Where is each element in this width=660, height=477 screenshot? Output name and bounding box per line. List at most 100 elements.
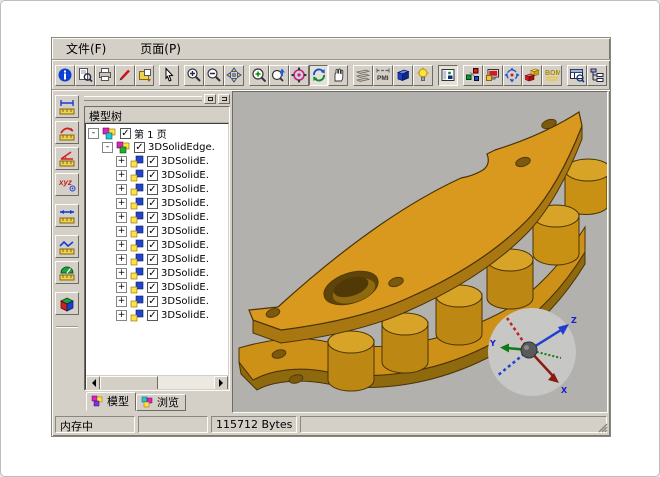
explode-button[interactable]	[463, 65, 483, 86]
expand-box[interactable]: +	[116, 198, 127, 209]
pan-zoom-button[interactable]	[224, 65, 244, 86]
pan-hand-button[interactable]	[328, 65, 348, 86]
resize-grip[interactable]	[596, 421, 608, 433]
scrollbar-track[interactable]	[158, 376, 214, 389]
expand-box[interactable]: +	[116, 254, 127, 265]
tree-label[interactable]: 3DSolidE.	[161, 156, 209, 167]
expand-box[interactable]: +	[116, 156, 127, 167]
zoom-in-button[interactable]	[184, 65, 204, 86]
about-button[interactable]	[55, 65, 75, 86]
model-tree-panel-toggle[interactable]	[438, 65, 458, 86]
visibility-checkbox[interactable]: ✓	[147, 226, 158, 237]
tree-row-solid[interactable]: + ✓ 3DSolidE.	[88, 210, 228, 224]
tree-structure-button[interactable]	[587, 65, 607, 86]
bom-button[interactable]: BOM	[542, 65, 562, 86]
panel-grip[interactable]	[84, 96, 202, 101]
visibility-checkbox[interactable]: ✓	[147, 170, 158, 181]
visibility-checkbox[interactable]: ✓	[147, 156, 158, 167]
panel-hide-button[interactable]	[218, 94, 230, 104]
visibility-checkbox[interactable]: ✓	[147, 310, 158, 321]
update-view-button[interactable]	[503, 65, 523, 86]
expand-box[interactable]: +	[116, 268, 127, 279]
visibility-checkbox[interactable]: ✓	[147, 282, 158, 293]
tree-label[interactable]: 第 1 页	[134, 126, 167, 141]
measure-polyline-button[interactable]	[55, 235, 79, 258]
measure-coordinate-button[interactable]: xyz	[55, 173, 79, 196]
tree-row-solid[interactable]: + ✓ 3DSolidE.	[88, 182, 228, 196]
tree-label[interactable]: 3DSolidE.	[161, 296, 209, 307]
select-button[interactable]	[159, 65, 179, 86]
tree-row-solid[interactable]: + ✓ 3DSolidE.	[88, 224, 228, 238]
shade-mode-button[interactable]	[353, 65, 373, 86]
rotate-view-button[interactable]	[309, 65, 329, 86]
tree-row-solid[interactable]: + ✓ 3DSolidE.	[88, 294, 228, 308]
scrollbar-thumb[interactable]	[100, 376, 158, 390]
measure-area-button[interactable]	[55, 261, 79, 284]
tree-label[interactable]: 3DSolidE.	[161, 254, 209, 265]
render-settings-button[interactable]	[483, 65, 503, 86]
tree-row-solid[interactable]: + ✓ 3DSolidE.	[88, 238, 228, 252]
tree-row-solid[interactable]: + ✓ 3DSolidE.	[88, 196, 228, 210]
export-button[interactable]	[135, 65, 155, 86]
light-button[interactable]	[413, 65, 433, 86]
expand-box[interactable]: +	[116, 170, 127, 181]
tree-row-page[interactable]: - ✓ 第 1 页	[88, 126, 228, 140]
measure-angle-button[interactable]	[55, 147, 79, 170]
tree-label[interactable]: 3DSolidEdge.	[148, 142, 215, 153]
expand-box[interactable]: +	[116, 212, 127, 223]
visibility-checkbox[interactable]: ✓	[147, 268, 158, 279]
visibility-checkbox[interactable]: ✓	[120, 128, 131, 139]
print-preview-button[interactable]	[75, 65, 95, 86]
redline-button[interactable]	[115, 65, 135, 86]
tree-row-solid[interactable]: + ✓ 3DSolidE.	[88, 308, 228, 322]
parts-list-button[interactable]	[522, 65, 542, 86]
zoom-dynamic-button[interactable]	[269, 65, 289, 86]
expand-box[interactable]: +	[116, 296, 127, 307]
print-button[interactable]	[95, 65, 115, 86]
measure-volume-button[interactable]	[55, 292, 79, 315]
report-table-button[interactable]	[567, 65, 587, 86]
tree-label[interactable]: 3DSolidE.	[161, 310, 209, 321]
visibility-checkbox[interactable]: ✓	[147, 240, 158, 251]
view-3d-button[interactable]	[393, 65, 413, 86]
tree-horizontal-scrollbar[interactable]	[86, 375, 228, 389]
measure-distance-button[interactable]	[55, 95, 79, 118]
model-tree-view[interactable]: - ✓ 第 1 页 - ✓ 3DSolidEdge. +	[85, 123, 229, 390]
tree-label[interactable]: 3DSolidE.	[161, 268, 209, 279]
axis-trackball[interactable]: Z X Y	[477, 302, 587, 402]
tab-browse[interactable]: 浏览	[136, 394, 186, 411]
zoom-out-button[interactable]	[204, 65, 224, 86]
tree-label[interactable]: 3DSolidE.	[161, 170, 209, 181]
expand-box[interactable]: +	[116, 226, 127, 237]
visibility-checkbox[interactable]: ✓	[147, 254, 158, 265]
menu-page[interactable]: 页面(P)	[136, 38, 185, 59]
tree-label[interactable]: 3DSolidE.	[161, 240, 209, 251]
expand-box[interactable]: +	[116, 282, 127, 293]
visibility-checkbox[interactable]: ✓	[147, 198, 158, 209]
tree-label[interactable]: 3DSolidE.	[161, 282, 209, 293]
tree-label[interactable]: 3DSolidE.	[161, 184, 209, 195]
tree-label[interactable]: 3DSolidE.	[161, 212, 209, 223]
collapse-box[interactable]: -	[102, 142, 113, 153]
collapse-box[interactable]: -	[88, 128, 99, 139]
visibility-checkbox[interactable]: ✓	[134, 142, 145, 153]
panel-title-bar[interactable]	[84, 93, 230, 104]
tree-row-solid[interactable]: + ✓ 3DSolidE.	[88, 154, 228, 168]
tree-label[interactable]: 3DSolidE.	[161, 226, 209, 237]
measure-min-distance-button[interactable]	[55, 204, 79, 227]
viewport-3d[interactable]: Z X Y	[232, 91, 608, 413]
menu-file[interactable]: 文件(F)	[62, 38, 110, 59]
expand-box[interactable]: +	[116, 310, 127, 321]
tree-row-assembly[interactable]: - ✓ 3DSolidEdge.	[88, 140, 228, 154]
visibility-checkbox[interactable]: ✓	[147, 296, 158, 307]
zoom-window-button[interactable]	[249, 65, 269, 86]
tree-row-solid[interactable]: + ✓ 3DSolidE.	[88, 168, 228, 182]
expand-box[interactable]: +	[116, 184, 127, 195]
tab-model[interactable]: 模型	[86, 392, 136, 411]
scroll-left-button[interactable]	[86, 376, 100, 390]
panel-float-button[interactable]	[204, 94, 216, 104]
visibility-checkbox[interactable]: ✓	[147, 212, 158, 223]
tree-row-solid[interactable]: + ✓ 3DSolidE.	[88, 266, 228, 280]
tree-row-solid[interactable]: + ✓ 3DSolidE.	[88, 252, 228, 266]
tree-label[interactable]: 3DSolidE.	[161, 198, 209, 209]
